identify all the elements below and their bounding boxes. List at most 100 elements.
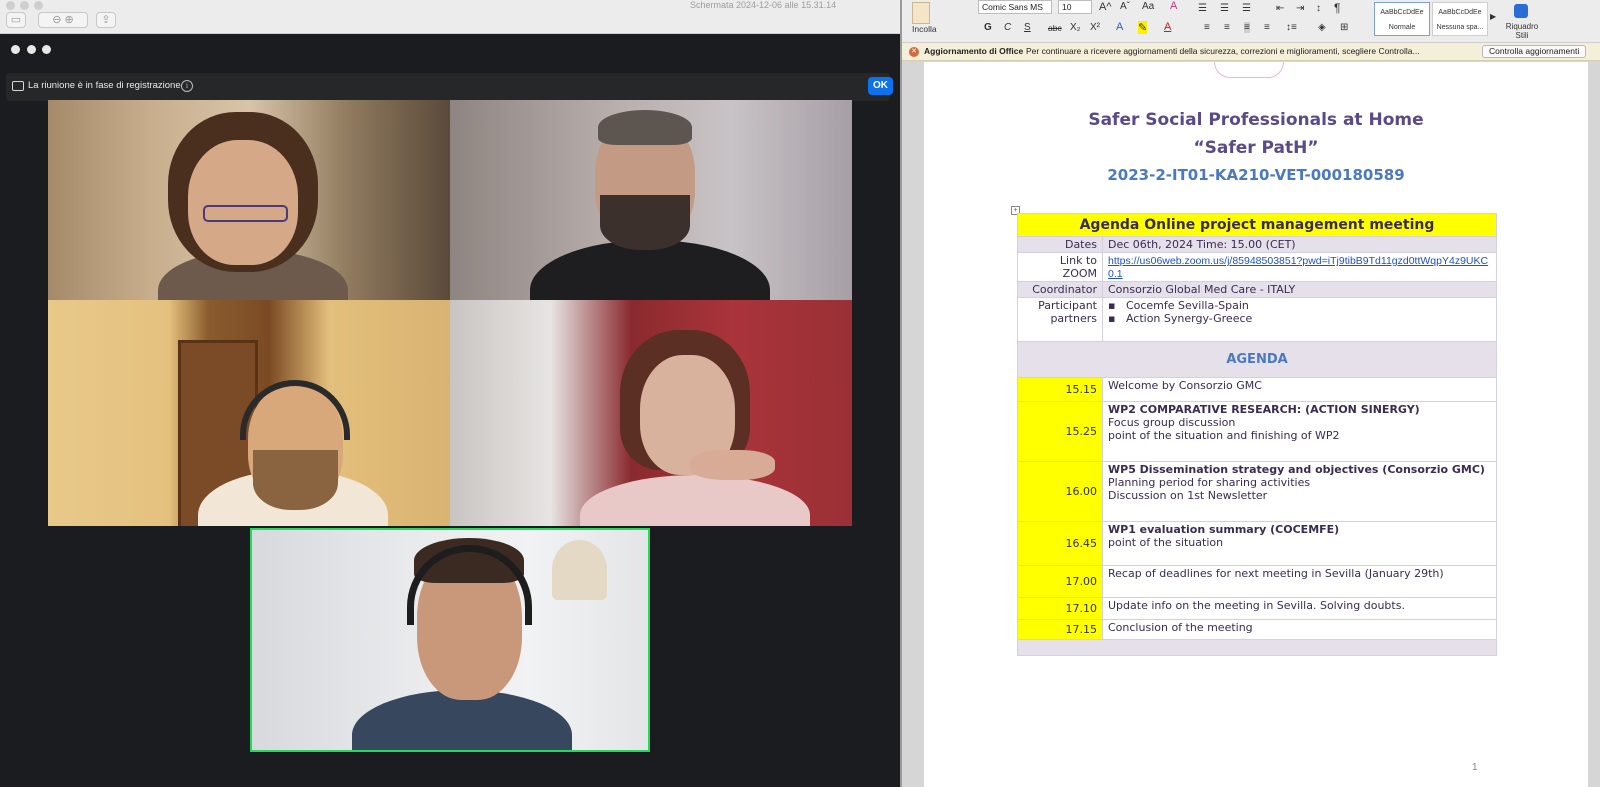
participant-video bbox=[450, 100, 852, 300]
agenda-content: Recap of deadlines for next meeting in S… bbox=[1102, 565, 1497, 598]
paste-label[interactable]: Incolla bbox=[912, 24, 937, 34]
zoom-out-in-icon[interactable]: ⊖ ⊕ bbox=[38, 12, 88, 28]
agenda-line: point of the situation and finishing of … bbox=[1108, 429, 1340, 442]
line-spacing-icon[interactable]: ↕≡ bbox=[1286, 22, 1297, 33]
shading-icon[interactable]: ◈ bbox=[1318, 22, 1326, 33]
partner-item: ▪ Cocemfe Sevilla-Spain bbox=[1108, 299, 1249, 312]
agenda-content: WP1 evaluation summary (COCEMFE) point o… bbox=[1102, 521, 1497, 566]
agenda-line: point of the situation bbox=[1108, 536, 1224, 549]
borders-icon[interactable]: ⊞ bbox=[1340, 22, 1348, 33]
participant-video bbox=[48, 100, 450, 300]
decrease-indent-icon[interactable]: ⇤ bbox=[1276, 3, 1284, 14]
italic-button[interactable]: C bbox=[1004, 22, 1011, 33]
coordinator-value: Consorzio Global Med Care - ITALY bbox=[1102, 281, 1497, 298]
agenda-item-title: WP1 evaluation summary (COCEMFE) bbox=[1108, 523, 1340, 536]
styles-scroll-arrow-icon[interactable]: ▶ bbox=[1490, 12, 1496, 21]
grow-font-icon[interactable]: A^ bbox=[1099, 1, 1112, 13]
agenda-content: Conclusion of the meeting bbox=[1102, 619, 1497, 640]
multilevel-list-icon[interactable]: ☰ bbox=[1242, 3, 1251, 14]
align-center-icon[interactable]: ≡ bbox=[1224, 22, 1230, 33]
change-case-icon[interactable]: Aa bbox=[1142, 1, 1154, 12]
agenda-heading: Agenda Online project management meeting bbox=[1017, 213, 1497, 237]
agenda-title: AGENDA bbox=[1017, 341, 1497, 378]
agenda-time: 16.45 bbox=[1017, 521, 1103, 566]
underline-button[interactable]: S bbox=[1024, 22, 1031, 33]
agenda-time: 17.00 bbox=[1017, 565, 1103, 598]
font-name-select[interactable]: Comic Sans MS bbox=[978, 0, 1052, 14]
style-pane-label[interactable]: Riquadro Stili bbox=[1500, 22, 1544, 40]
dates-value: Dec 06th, 2024 Time: 15.00 (CET) bbox=[1102, 236, 1497, 253]
link-label: Link to ZOOM bbox=[1017, 252, 1103, 282]
agenda-row: 17.10 Update info on the meeting in Sevi… bbox=[1017, 597, 1497, 620]
agenda-item-title: WP2 COMPARATIVE RESEARCH: (ACTION SINERG… bbox=[1108, 403, 1420, 416]
style-no-spacing[interactable]: AaBbCcDdEe Nessuna spa... bbox=[1432, 2, 1488, 36]
agenda-time: 17.15 bbox=[1017, 619, 1103, 640]
participant-label-line-1: Participant bbox=[1038, 299, 1097, 312]
bold-button[interactable]: G bbox=[984, 22, 992, 33]
style-nospacing-preview: AaBbCcDdEe bbox=[1438, 9, 1482, 16]
clear-formatting-icon[interactable]: A bbox=[1170, 0, 1177, 12]
info-icon[interactable]: i bbox=[181, 80, 193, 92]
table-footer-row bbox=[1017, 639, 1497, 656]
dismiss-icon[interactable]: ✕ bbox=[909, 47, 919, 57]
document-title: Safer Social Professionals at Home bbox=[1088, 110, 1424, 130]
participant-label-line-2: partners bbox=[1050, 312, 1097, 325]
minimize-window-icon[interactable] bbox=[20, 1, 29, 10]
agenda-time: 15.25 bbox=[1017, 401, 1103, 462]
highlight-icon[interactable]: ✎ bbox=[1138, 21, 1148, 34]
zoom-meeting-window: La riunione è in fase di registrazione i… bbox=[0, 34, 900, 787]
video-tile-woman-glasses[interactable] bbox=[48, 100, 450, 300]
recording-ok-button[interactable]: OK bbox=[868, 77, 893, 95]
video-tile-active-speaker[interactable] bbox=[250, 528, 650, 752]
paste-icon[interactable] bbox=[912, 2, 930, 24]
align-left-icon[interactable]: ≡ bbox=[1204, 22, 1210, 33]
agenda-row: 17.15 Conclusion of the meeting bbox=[1017, 619, 1497, 640]
zoom-minimize-icon[interactable] bbox=[27, 45, 36, 54]
pilcrow-icon[interactable]: ¶ bbox=[1334, 1, 1340, 15]
zoom-link[interactable]: https://us06web.zoom.us/j/85948503851?pw… bbox=[1108, 255, 1488, 280]
bullets-icon[interactable]: ☰ bbox=[1198, 3, 1207, 14]
align-right-icon[interactable]: ≡ bbox=[1244, 22, 1250, 33]
increase-indent-icon[interactable]: ⇥ bbox=[1296, 3, 1304, 14]
numbering-icon[interactable]: ☰ bbox=[1220, 3, 1229, 14]
zoom-close-icon[interactable] bbox=[11, 45, 20, 54]
agenda-content: Welcome by Consorzio GMC bbox=[1102, 377, 1497, 402]
participant-video bbox=[252, 530, 648, 750]
share-icon[interactable]: ⇪ bbox=[96, 12, 116, 28]
project-code: 2023-2-IT01-KA210-VET-000180589 bbox=[1107, 166, 1405, 184]
subscript-button[interactable]: X₂ bbox=[1070, 22, 1081, 33]
agenda-row: 17.00 Recap of deadlines for next meetin… bbox=[1017, 565, 1497, 598]
agenda-content: WP2 COMPARATIVE RESEARCH: (ACTION SINERG… bbox=[1102, 401, 1497, 462]
partner-2: Action Synergy-Greece bbox=[1125, 312, 1253, 325]
superscript-button[interactable]: X² bbox=[1090, 22, 1100, 33]
coordinator-label: Coordinator bbox=[1017, 281, 1103, 298]
partner-1: Cocemfe Sevilla-Spain bbox=[1125, 299, 1249, 312]
font-color-icon[interactable]: A bbox=[1164, 21, 1171, 33]
shrink-font-icon[interactable]: Aˇ bbox=[1120, 1, 1130, 12]
zoom-window-icon[interactable] bbox=[34, 1, 43, 10]
agenda-content: WP5 Dissemination strategy and objective… bbox=[1102, 461, 1497, 522]
strikethrough-button[interactable]: abc bbox=[1048, 23, 1062, 33]
video-tile-man-headphones[interactable] bbox=[48, 300, 450, 526]
zoom-maximize-icon[interactable] bbox=[42, 45, 51, 54]
close-window-icon[interactable] bbox=[6, 1, 15, 10]
partners-list: ▪ Cocemfe Sevilla-Spain ▪ Action Synergy… bbox=[1102, 297, 1497, 342]
check-updates-button[interactable]: Controlla aggiornamenti bbox=[1482, 45, 1587, 58]
preview-toolbar: ▭ ⊖ ⊕ ⇪ Schermata 2024-12-06 alle 15.31.… bbox=[0, 0, 900, 34]
video-tile-man-beard[interactable] bbox=[450, 100, 852, 300]
update-bar-message: Per continuare a ricevere aggiornamenti … bbox=[1026, 46, 1420, 56]
style-pane-icon[interactable] bbox=[1514, 4, 1528, 18]
agenda-line: Discussion on 1st Newsletter bbox=[1108, 489, 1268, 502]
word-ribbon: Incolla Comic Sans MS 10 A^ Aˇ Aa A G C … bbox=[902, 0, 1600, 43]
justify-icon[interactable]: ≡ bbox=[1264, 22, 1270, 33]
office-update-bar: ✕ Aggiornamento di Office Per continuare… bbox=[902, 43, 1600, 61]
video-tile-woman-thinking[interactable] bbox=[450, 300, 852, 526]
style-normal[interactable]: AaBbCcDdEe Normale bbox=[1374, 2, 1430, 36]
sort-icon[interactable]: ↕ bbox=[1316, 3, 1321, 14]
agenda-line: Focus group discussion bbox=[1108, 416, 1236, 429]
agenda-row: 16.45 WP1 evaluation summary (COCEMFE) p… bbox=[1017, 521, 1497, 566]
sidebar-toggle-icon[interactable]: ▭ bbox=[6, 12, 26, 28]
text-effects-icon[interactable]: A bbox=[1116, 21, 1123, 33]
font-size-select[interactable]: 10 bbox=[1058, 0, 1092, 14]
document-page[interactable]: Safer Social Professionals at Home “Safe… bbox=[924, 62, 1588, 787]
